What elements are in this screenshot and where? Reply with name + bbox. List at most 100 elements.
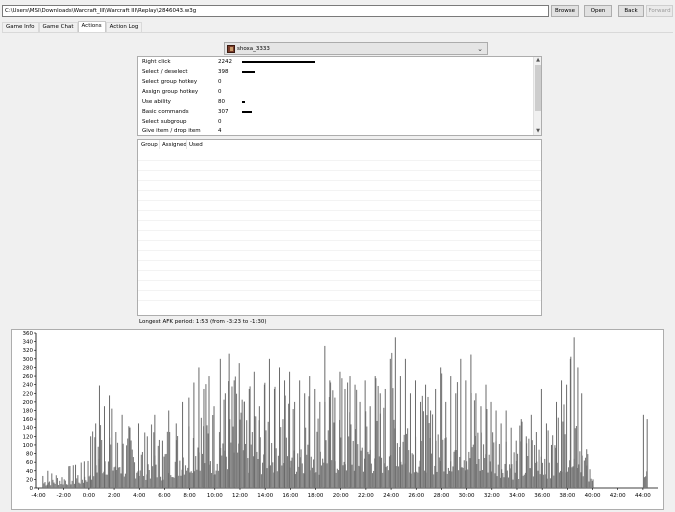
column-divider[interactable] [186, 140, 187, 149]
apm-peak-bar [208, 376, 210, 488]
y-tick-label: 240 [23, 383, 34, 389]
apm-peak-bar [146, 436, 148, 488]
apm-bar [223, 399, 225, 488]
apm-bar [112, 470, 114, 488]
back-button[interactable]: Back [618, 5, 644, 17]
column-header-group[interactable]: Group [141, 140, 158, 151]
apm-bar [51, 473, 53, 488]
y-tick-label: 160 [23, 417, 34, 423]
x-tick-label: 44:00 [635, 493, 651, 499]
apm-bar [532, 476, 534, 488]
action-count: 0 [218, 89, 222, 95]
apm-bar [552, 435, 554, 488]
apm-bar [335, 472, 337, 488]
apm-peak-bar [284, 380, 286, 488]
column-header-assigned[interactable]: Assigned [162, 140, 187, 151]
apm-bar [544, 458, 546, 488]
player-dropdown[interactable]: shoxa_3333 ⌄ [224, 42, 488, 55]
apm-bar [196, 469, 198, 488]
apm-bar [116, 442, 119, 488]
group-hotkey-table[interactable]: Group Assigned Used [137, 139, 542, 316]
action-stats-list[interactable]: Right click 2242 Select / deselect 398 S… [137, 56, 542, 136]
apm-bar [333, 422, 335, 488]
apm-peak-bar [490, 401, 492, 488]
tab-actions[interactable]: Actions [77, 21, 106, 32]
apm-bar [441, 373, 443, 488]
apm-bar [169, 432, 171, 488]
chevron-up-icon[interactable]: ▲ [534, 57, 541, 64]
apm-peak-bar [334, 397, 336, 488]
tab-action-log[interactable]: Action Log [105, 22, 143, 32]
apm-bar [422, 411, 425, 488]
apm-bar [571, 467, 573, 488]
apm-bar [567, 467, 570, 488]
tab-game-info[interactable]: Game Info [2, 22, 39, 32]
apm-bar [59, 480, 61, 488]
apm-bar [523, 474, 525, 488]
action-count: 398 [218, 69, 229, 75]
apm-peak-bar [505, 410, 507, 488]
apm-bar [157, 445, 159, 488]
apm-bar [446, 473, 448, 488]
replay-path-input[interactable]: C:\Users\MSI\Downloads\Warcraft_III\Warc… [2, 5, 549, 17]
open-button[interactable]: Open [584, 5, 612, 17]
apm-bar [62, 484, 64, 488]
apm-peak-bar [577, 367, 579, 488]
apm-peak-bar [319, 401, 321, 488]
apm-peak-bar [470, 354, 472, 488]
apm-bar [572, 466, 574, 488]
apm-peak-bar [394, 337, 396, 488]
apm-bar [461, 467, 463, 488]
apm-bar [373, 470, 375, 488]
column-divider[interactable] [159, 140, 160, 149]
tab-game-chat[interactable]: Game Chat [38, 22, 78, 32]
apm-bar [149, 478, 151, 488]
apm-bar [280, 427, 282, 488]
apm-bar [250, 444, 252, 488]
browse-button[interactable]: Browse [551, 5, 579, 17]
scrollbar-thumb[interactable] [535, 65, 541, 111]
x-tick-label: 2:00 [108, 493, 121, 499]
apm-bar [212, 415, 214, 488]
apm-bar [348, 436, 350, 488]
apm-bar [87, 460, 89, 488]
apm-bar [350, 424, 352, 488]
apm-bar [186, 470, 188, 488]
apm-peak-bar [253, 371, 255, 488]
apm-bar [345, 470, 347, 488]
apm-peak-bar [273, 388, 275, 488]
apm-bar [327, 430, 329, 488]
apm-bar [366, 426, 368, 488]
apm-bar [509, 464, 511, 488]
y-tick-label: 120 [23, 434, 34, 440]
apm-bar [126, 445, 128, 488]
apm-peak-bar [324, 345, 326, 488]
chevron-down-icon[interactable]: ⌄ [476, 45, 484, 53]
x-tick-label: -2:00 [57, 493, 72, 499]
apm-peak-bar [510, 427, 512, 488]
y-tick-label: 60 [26, 460, 33, 466]
apm-peak-bar [268, 358, 270, 488]
apm-bar [148, 470, 150, 488]
apm-peak-bar [213, 406, 215, 488]
apm-bar [195, 456, 197, 488]
vertical-scrollbar[interactable]: ▲ ▼ [533, 57, 541, 135]
forward-button[interactable]: Forward [646, 5, 673, 17]
apm-bar [54, 483, 56, 488]
apm-bar [356, 389, 358, 488]
apm-bar [102, 473, 104, 488]
chevron-down-icon[interactable]: ▼ [534, 128, 541, 135]
apm-bar [507, 477, 510, 488]
apm-bar [93, 476, 95, 488]
apm-bar [266, 468, 268, 488]
list-item: Give item / drop item 4 [142, 126, 532, 135]
y-tick-label: 20 [26, 477, 33, 483]
apm-bar [494, 473, 496, 488]
column-header-used[interactable]: Used [189, 140, 203, 151]
apm-bar [113, 467, 115, 488]
apm-peak-bar [299, 380, 301, 488]
apm-bar [184, 465, 187, 488]
apm-bar [516, 453, 519, 488]
apm-peak-bar [450, 376, 452, 488]
apm-peak-bar [344, 388, 346, 488]
